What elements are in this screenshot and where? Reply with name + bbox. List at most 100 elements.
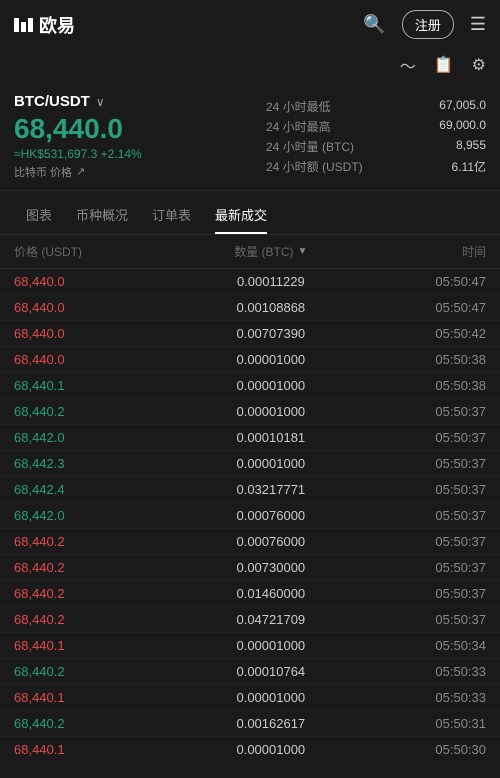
- pair-name[interactable]: BTC/USDT: [14, 93, 90, 110]
- trade-row: 68,440.1 0.00001000 05:50:33: [0, 685, 500, 711]
- btc-label: 比特币 价格 ↗: [14, 164, 266, 180]
- trade-time-15: 05:50:33: [361, 664, 486, 679]
- document-icon[interactable]: 📋: [434, 55, 454, 75]
- stat-value-0: 67,005.0: [439, 98, 486, 115]
- trade-time-16: 05:50:33: [361, 690, 486, 705]
- trade-amount-16: 0.00001000: [181, 690, 361, 705]
- trade-amount-2: 0.00707390: [181, 326, 361, 341]
- trade-price-3: 68,440.0: [14, 352, 181, 367]
- tabs: 图表 币种概况 订单表 最新成交: [0, 195, 500, 235]
- trade-price-18: 68,440.1: [14, 742, 181, 757]
- pair-dropdown-icon[interactable]: ∨: [96, 95, 105, 109]
- trade-amount-8: 0.03217771: [181, 482, 361, 497]
- trade-price-11: 68,440.2: [14, 560, 181, 575]
- trade-time-10: 05:50:37: [361, 534, 486, 549]
- trade-row: 68,440.2 0.00076000 05:50:37: [0, 529, 500, 555]
- trade-row: 68,440.2 0.00730000 05:50:37: [0, 555, 500, 581]
- trade-price-15: 68,440.2: [14, 664, 181, 679]
- trade-time-6: 05:50:37: [361, 430, 486, 445]
- trade-row: 68,442.0 0.00010181 05:50:37: [0, 425, 500, 451]
- tab-coins[interactable]: 币种概况: [64, 195, 140, 234]
- trade-row: 68,442.3 0.00001000 05:50:37: [0, 451, 500, 477]
- logo-text: 欧易: [39, 12, 75, 38]
- filter-icon[interactable]: ▼: [298, 246, 308, 257]
- trade-row: 68,440.2 0.00001000 05:50:37: [0, 399, 500, 425]
- col-price-header: 价格 (USDT): [14, 243, 181, 260]
- trade-time-4: 05:50:38: [361, 378, 486, 393]
- stat-value-2: 8,955: [456, 138, 486, 155]
- trade-time-18: 05:50:30: [361, 742, 486, 757]
- trade-row: 68,440.2 0.00010764 05:50:33: [0, 659, 500, 685]
- trade-price-12: 68,440.2: [14, 586, 181, 601]
- trade-price-10: 68,440.2: [14, 534, 181, 549]
- trade-table: 68,440.0 0.00011229 05:50:47 68,440.0 0.…: [0, 269, 500, 762]
- trade-row: 68,440.1 0.00001000 05:50:34: [0, 633, 500, 659]
- logo-icon: [14, 18, 33, 32]
- tab-orders[interactable]: 订单表: [140, 195, 203, 234]
- trade-amount-12: 0.01460000: [181, 586, 361, 601]
- trade-price-2: 68,440.0: [14, 326, 181, 341]
- trade-row: 68,440.2 0.04721709 05:50:37: [0, 607, 500, 633]
- stat-row: 24 小时最低67,005.0: [266, 98, 486, 115]
- trade-amount-10: 0.00076000: [181, 534, 361, 549]
- col-time-header: 时间: [361, 243, 486, 260]
- trade-price-16: 68,440.1: [14, 690, 181, 705]
- trade-amount-17: 0.00162617: [181, 716, 361, 731]
- trade-time-0: 05:50:47: [361, 274, 486, 289]
- trade-time-13: 05:50:37: [361, 612, 486, 627]
- trade-amount-1: 0.00108868: [181, 300, 361, 315]
- table-header: 价格 (USDT) 数量 (BTC) ▼ 时间: [0, 235, 500, 269]
- price-section: BTC/USDT ∨ 68,440.0 ≈HK$531,697.3 +2.14%…: [0, 85, 500, 191]
- main-price: 68,440.0: [14, 114, 266, 145]
- stat-row: 24 小时最高 69,000.0: [266, 118, 486, 135]
- trade-amount-14: 0.00001000: [181, 638, 361, 653]
- trade-amount-4: 0.00001000: [181, 378, 361, 393]
- stat-label-1: 24 小时最高: [266, 118, 331, 135]
- trade-price-6: 68,442.0: [14, 430, 181, 445]
- search-icon[interactable]: 🔍: [363, 14, 385, 35]
- stat-value-1: 69,000.0: [439, 118, 486, 135]
- stat-label-3: 24 小时额 (USDT): [266, 158, 363, 175]
- sub-header: 〜 📋 ⚙: [0, 49, 500, 85]
- external-link-icon: ↗: [76, 165, 85, 178]
- change-pct: +2.14%: [101, 147, 142, 161]
- trade-amount-13: 0.04721709: [181, 612, 361, 627]
- hk-price: ≈HK$531,697.3 +2.14%: [14, 147, 266, 161]
- trade-row: 68,440.0 0.00001000 05:50:38: [0, 347, 500, 373]
- col-amount-header: 数量 (BTC) ▼: [181, 243, 361, 260]
- price-left: BTC/USDT ∨ 68,440.0 ≈HK$531,697.3 +2.14%…: [14, 93, 266, 180]
- tab-trades[interactable]: 最新成交: [203, 195, 279, 234]
- trade-price-7: 68,442.3: [14, 456, 181, 471]
- trade-price-13: 68,440.2: [14, 612, 181, 627]
- pair-row: BTC/USDT ∨: [14, 93, 266, 110]
- register-button[interactable]: 注册: [402, 10, 454, 39]
- trade-row: 68,440.2 0.01460000 05:50:37: [0, 581, 500, 607]
- trade-amount-11: 0.00730000: [181, 560, 361, 575]
- trade-amount-15: 0.00010764: [181, 664, 361, 679]
- trade-time-11: 05:50:37: [361, 560, 486, 575]
- chart-line-icon[interactable]: 〜: [400, 53, 416, 77]
- stat-row: 24 小时量 (BTC) 8,955: [266, 138, 486, 155]
- trade-time-14: 05:50:34: [361, 638, 486, 653]
- price-right: 24 小时最低67,005.0 24 小时最高 69,000.0 24 小时量 (BT…: [266, 93, 486, 180]
- header-actions: 🔍 注册 ☰: [363, 10, 486, 39]
- trade-amount-18: 0.00001000: [181, 742, 361, 757]
- stat-label-2: 24 小时量 (BTC): [266, 138, 354, 155]
- logo-area: 欧易: [14, 12, 75, 38]
- trade-time-1: 05:50:47: [361, 300, 486, 315]
- trade-row: 68,440.1 0.00001000 05:50:38: [0, 373, 500, 399]
- stat-row: 24 小时额 (USDT)6.11亿: [266, 158, 486, 175]
- trade-row: 68,440.0 0.00108868 05:50:47: [0, 295, 500, 321]
- settings-icon[interactable]: ⚙: [472, 55, 486, 75]
- trade-price-9: 68,442.0: [14, 508, 181, 523]
- trade-price-1: 68,440.0: [14, 300, 181, 315]
- trade-time-12: 05:50:37: [361, 586, 486, 601]
- trade-amount-9: 0.00076000: [181, 508, 361, 523]
- trade-amount-5: 0.00001000: [181, 404, 361, 419]
- trade-row: 68,440.1 0.00001000 05:50:30: [0, 737, 500, 762]
- trade-time-7: 05:50:37: [361, 456, 486, 471]
- trade-row: 68,440.0 0.00011229 05:50:47: [0, 269, 500, 295]
- trade-price-5: 68,440.2: [14, 404, 181, 419]
- tab-chart[interactable]: 图表: [14, 195, 64, 234]
- menu-icon[interactable]: ☰: [470, 14, 486, 35]
